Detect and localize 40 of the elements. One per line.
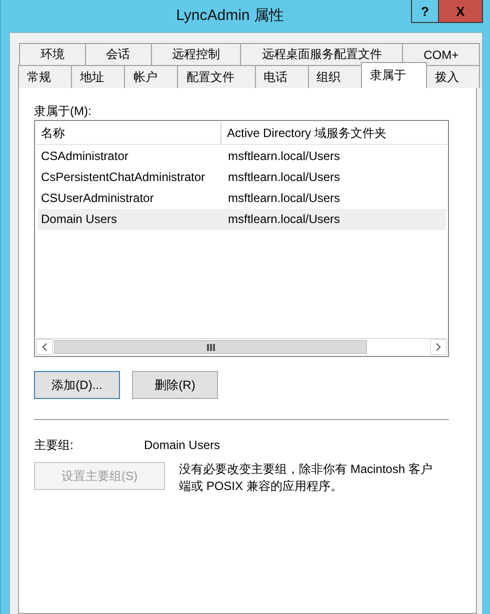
table-cell-text: Domain Users [40, 211, 118, 228]
scrollbar-thumb[interactable] [54, 340, 367, 354]
tab[interactable]: 拨入 [426, 65, 480, 88]
tab[interactable]: COM+ [402, 43, 480, 65]
tab[interactable]: 组织 [308, 65, 362, 88]
primary-group-label: 主要组: [34, 437, 74, 453]
remove-button[interactable]: 删除(R) [132, 371, 218, 399]
close-button[interactable]: X [439, 0, 483, 23]
scroll-right-button[interactable] [430, 339, 447, 355]
chevron-left-icon [42, 343, 47, 351]
tab[interactable]: 常规 [18, 65, 72, 88]
list-row[interactable]: CsPersistentChatAdministrator msftlearn.local/Users [38, 167, 446, 188]
table-cell-text: CSUserAdministrator [40, 190, 155, 207]
info-text: 没有必要改变主要组，除非你有 Macintosh 客户端或 POSIX 兼容的应用程序。 [179, 461, 434, 495]
list-label: 隶属于(M): [34, 103, 92, 120]
table-cell-text: msftlearn.local/Users [227, 211, 342, 228]
list-row[interactable]: Domain Users msftlearn.local/Users [38, 209, 446, 230]
tab[interactable]: 地址 [71, 65, 126, 88]
list-row[interactable]: CSUserAdministrator msftlearn.local/Users [38, 188, 446, 209]
add-button[interactable]: 添加(D)... [34, 371, 120, 399]
table-cell-text: msftlearn.local/Users [227, 148, 342, 165]
tab[interactable]: 配置文件 [177, 65, 256, 88]
horizontal-scrollbar[interactable] [36, 338, 447, 355]
tab[interactable]: 隶属于 [360, 62, 427, 88]
window-title: LyncAdmin 属性 [175, 6, 285, 26]
scroll-left-button[interactable] [36, 339, 53, 355]
primary-group-value: Domain Users [144, 437, 220, 453]
tab[interactable]: 环境 [19, 43, 86, 65]
list-row[interactable]: CSAdministrator msftlearn.local/Users [38, 146, 446, 167]
table-cell-text: msftlearn.local/Users [227, 169, 342, 186]
tab[interactable]: 电话 [254, 65, 309, 88]
help-button[interactable]: ? [411, 0, 439, 23]
column-header[interactable]: Active Directory 域服务文件夹 [222, 122, 447, 144]
table-cell-text: CSAdministrator [40, 148, 130, 165]
grip-icon [206, 344, 214, 350]
column-header[interactable]: 名称 [36, 122, 222, 144]
chevron-right-icon [436, 343, 441, 351]
table-cell-text: CsPersistentChatAdministrator [40, 169, 206, 186]
tab[interactable]: 帐户 [124, 65, 178, 88]
table-cell-text: msftlearn.local/Users [227, 190, 342, 207]
